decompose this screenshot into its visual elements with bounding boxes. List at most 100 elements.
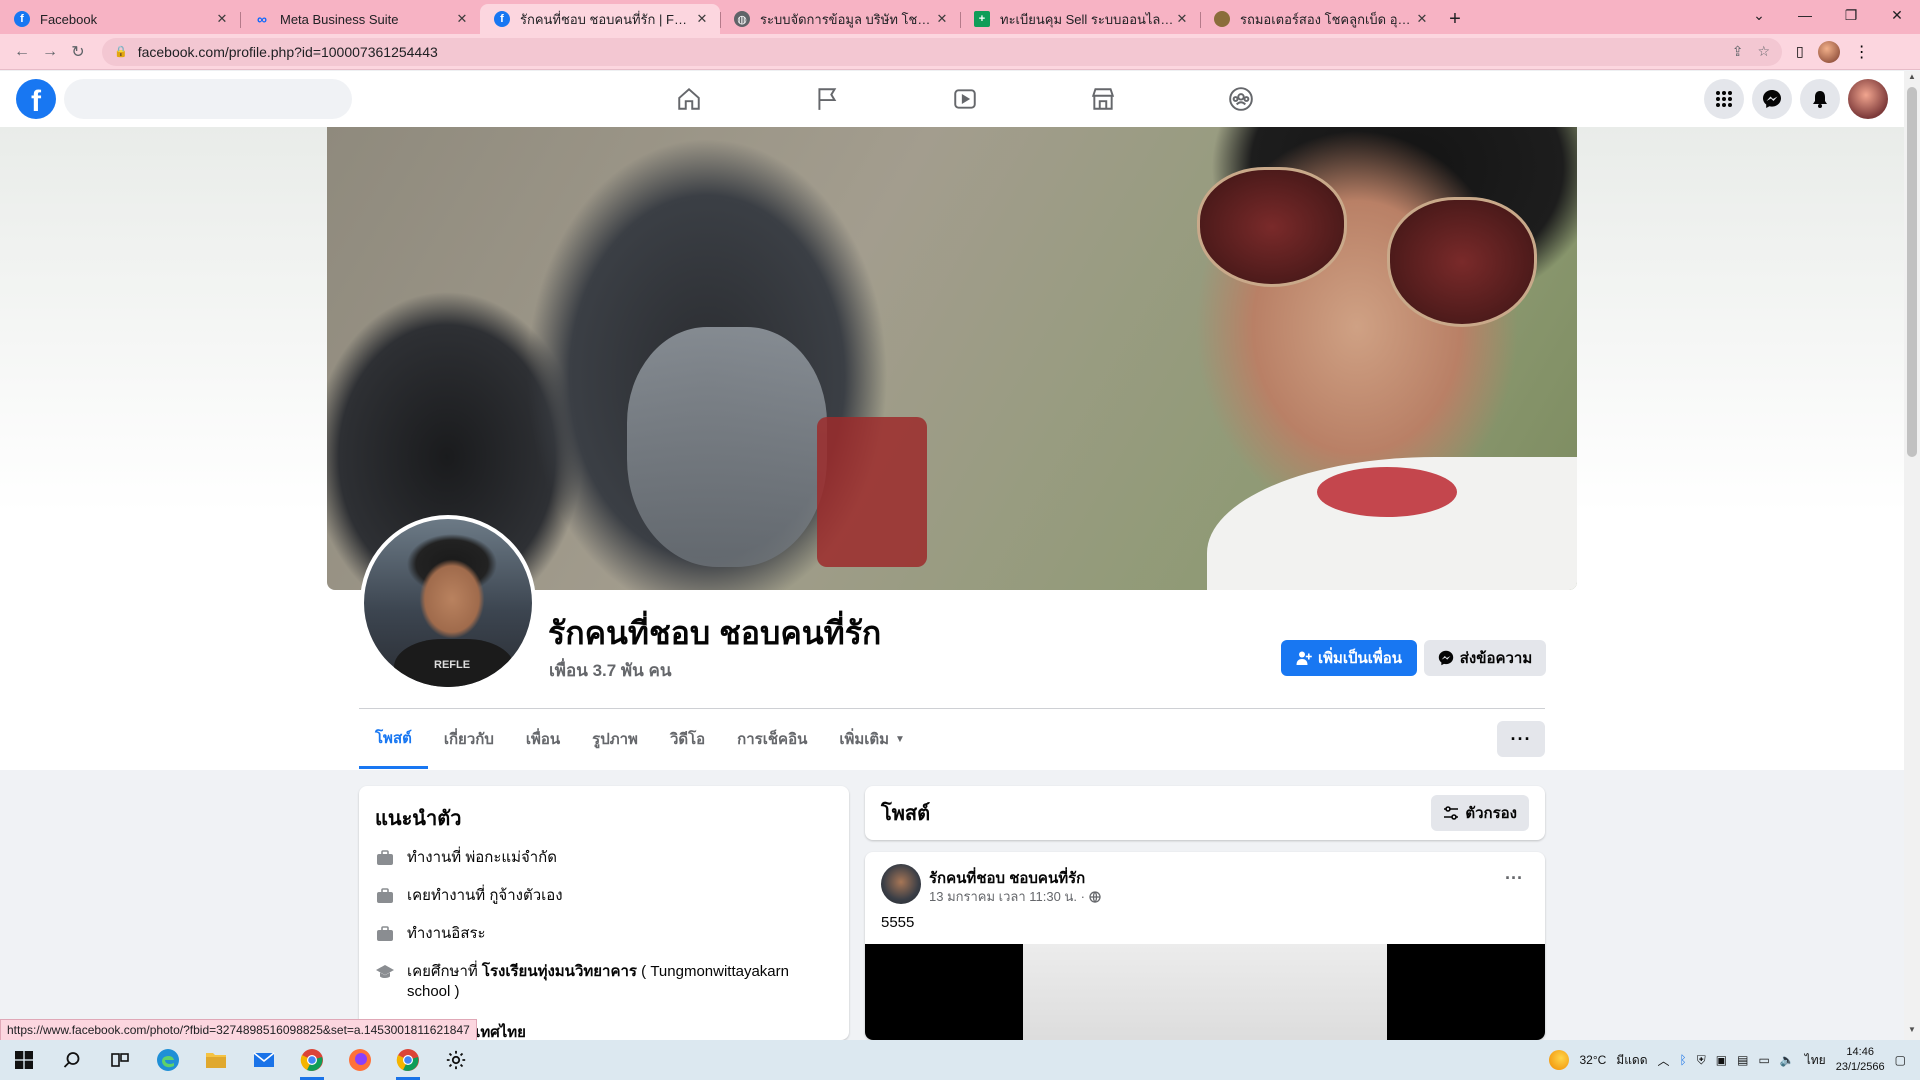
volume-icon[interactable]: 🔈: [1780, 1053, 1795, 1067]
address-bar[interactable]: 🔒 facebook.com/profile.php?id=1000073612…: [102, 37, 1782, 66]
taskbar-firefox[interactable]: [336, 1040, 384, 1080]
tab-title: Facebook: [40, 11, 98, 27]
input-language[interactable]: ไทย: [1805, 1051, 1826, 1070]
briefcase-icon: [375, 886, 395, 906]
close-tab-icon[interactable]: ✕: [214, 11, 230, 27]
tray-app-icon-2[interactable]: ▤: [1737, 1053, 1748, 1067]
nav-pages[interactable]: [758, 71, 896, 127]
intro-value[interactable]: พ่อกะแม่จำกัด: [465, 849, 557, 866]
caret-down-icon: ▼: [895, 733, 905, 745]
taskbar-search[interactable]: [48, 1040, 96, 1080]
weather-temperature[interactable]: 32°C: [1579, 1053, 1606, 1067]
system-tray: 32°C มีแดด ︿ ᛒ ⛨ ▣ ▤ ▭ 🔈 ไทย 14:46 23/1/…: [1549, 1040, 1920, 1080]
taskbar-mail[interactable]: [240, 1040, 288, 1080]
tab-friends[interactable]: เพื่อน: [510, 709, 576, 769]
browser-tab[interactable]: ◍ ระบบจัดการข้อมูล บริษัท โชคลูกเบ็ด ร ✕: [720, 4, 960, 34]
site-icon: [1214, 11, 1230, 27]
network-icon[interactable]: ▭: [1758, 1053, 1769, 1067]
forward-button[interactable]: →: [36, 38, 64, 66]
tab-checkins[interactable]: การเช็คอิน: [721, 709, 823, 769]
facebook-search-input[interactable]: [64, 79, 352, 119]
bluetooth-icon[interactable]: ᛒ: [1680, 1053, 1687, 1067]
back-button[interactable]: ←: [8, 38, 36, 66]
task-view-button[interactable]: [96, 1040, 144, 1080]
share-icon[interactable]: ⇪: [1732, 43, 1744, 60]
facebook-header-actions: [1704, 79, 1888, 119]
close-tab-icon[interactable]: ✕: [694, 11, 710, 27]
new-tab-button[interactable]: +: [1440, 4, 1470, 34]
intro-row-work: ทำงานที่ พ่อกะแม่จำกัด: [375, 848, 833, 868]
browser-tab-active[interactable]: f รักคนที่ชอบ ชอบคนที่รัก | Facebook ✕: [480, 4, 720, 34]
side-panel-icon[interactable]: ▯: [1796, 43, 1804, 60]
notifications-button[interactable]: [1800, 79, 1840, 119]
school-link[interactable]: โรงเรียนทุ่งมนวิทยาคาร: [482, 963, 637, 980]
tab-videos[interactable]: วิดีโอ: [654, 709, 721, 769]
post-photo[interactable]: [865, 944, 1545, 1040]
page-scrollbar[interactable]: ▲ ▼: [1904, 71, 1920, 1040]
bell-icon: [1813, 91, 1827, 108]
folder-icon: [206, 1053, 226, 1068]
account-avatar[interactable]: [1848, 79, 1888, 119]
menu-grid-button[interactable]: [1704, 79, 1744, 119]
close-tab-icon[interactable]: ✕: [1174, 11, 1190, 27]
browser-tab[interactable]: + ทะเบียนคุม Sell ระบบออนไลน์.xlsx - G ✕: [960, 4, 1200, 34]
nav-home[interactable]: [620, 71, 758, 127]
tab-more[interactable]: เพิ่มเติม ▼: [823, 709, 921, 769]
intro-row-freelance: ทำงานอิสระ: [375, 924, 833, 944]
nav-watch[interactable]: [896, 71, 1034, 127]
notification-center-icon[interactable]: ▢: [1895, 1053, 1906, 1067]
tab-about[interactable]: เกี่ยวกับ: [428, 709, 510, 769]
post-options-button[interactable]: ···: [1505, 868, 1523, 889]
profile-picture-shirt: [394, 639, 514, 687]
taskbar-clock[interactable]: 14:46 23/1/2566: [1836, 1045, 1885, 1075]
scroll-up-arrow-icon[interactable]: ▲: [1904, 72, 1920, 86]
post-timestamp[interactable]: 13 มกราคม เวลา 11:30 น. ·: [929, 886, 1085, 907]
browser-profile-avatar[interactable]: [1817, 40, 1840, 63]
chrome-menu-icon[interactable]: ⋮: [1854, 42, 1870, 62]
close-window-button[interactable]: ✕: [1874, 0, 1920, 30]
profile-picture[interactable]: [360, 515, 536, 691]
tab-search-icon[interactable]: ⌄: [1736, 0, 1782, 30]
post-author-avatar[interactable]: [881, 864, 921, 904]
browser-tab[interactable]: ∞ Meta Business Suite ✕: [240, 4, 480, 34]
facebook-logo[interactable]: f: [16, 79, 56, 119]
weather-label[interactable]: มีแดด: [1616, 1051, 1647, 1070]
add-friend-button[interactable]: เพิ่มเป็นเพื่อน: [1281, 640, 1417, 676]
cover-photo[interactable]: [327, 127, 1577, 590]
close-tab-icon[interactable]: ✕: [934, 11, 950, 27]
nav-marketplace[interactable]: [1034, 71, 1172, 127]
reload-button[interactable]: ↻: [64, 38, 92, 66]
browser-tab[interactable]: f Facebook ✕: [0, 4, 240, 34]
restore-button[interactable]: ❐: [1828, 0, 1874, 30]
tab-posts[interactable]: โพสต์: [359, 709, 428, 769]
security-icon[interactable]: ⛨: [1697, 1053, 1706, 1068]
tab-photos[interactable]: รูปภาพ: [576, 709, 654, 769]
profile-more-options-button[interactable]: ···: [1497, 721, 1545, 757]
filter-button[interactable]: ตัวกรอง: [1431, 795, 1529, 831]
bookmark-star-icon[interactable]: ☆: [1757, 43, 1770, 60]
lock-icon[interactable]: 🔒: [114, 45, 128, 58]
chevron-up-icon[interactable]: ︿: [1658, 1052, 1670, 1069]
scroll-down-arrow-icon[interactable]: ▼: [1904, 1025, 1920, 1039]
scrollbar-thumb[interactable]: [1907, 87, 1917, 457]
taskbar-file-explorer[interactable]: [192, 1040, 240, 1080]
taskbar-chrome-1[interactable]: [288, 1040, 336, 1080]
url-text[interactable]: facebook.com/profile.php?id=100007361254…: [138, 44, 1718, 60]
cover-sunglasses-left: [1197, 167, 1347, 287]
nav-groups[interactable]: [1172, 71, 1310, 127]
intro-value[interactable]: กูจ้างตัวเอง: [489, 887, 562, 904]
close-tab-icon[interactable]: ✕: [1414, 11, 1430, 27]
start-button[interactable]: [0, 1040, 48, 1080]
taskbar-chrome-2[interactable]: [384, 1040, 432, 1080]
close-tab-icon[interactable]: ✕: [454, 11, 470, 27]
taskbar-settings[interactable]: [432, 1040, 480, 1080]
browser-tab[interactable]: รถมอเตอร์สอง โชคลูกเบ็ด อุดรธานี ✕: [1200, 4, 1440, 34]
tray-app-icon[interactable]: ▣: [1716, 1053, 1727, 1067]
sunny-weather-icon[interactable]: [1549, 1050, 1570, 1070]
messenger-button[interactable]: [1752, 79, 1792, 119]
add-person-icon: [1296, 651, 1312, 665]
send-message-button[interactable]: ส่งข้อความ: [1424, 640, 1546, 676]
friend-count[interactable]: เพื่อน 3.7 พัน คน: [549, 657, 671, 684]
taskbar-edge[interactable]: [144, 1040, 192, 1080]
minimize-button[interactable]: —: [1782, 0, 1828, 30]
